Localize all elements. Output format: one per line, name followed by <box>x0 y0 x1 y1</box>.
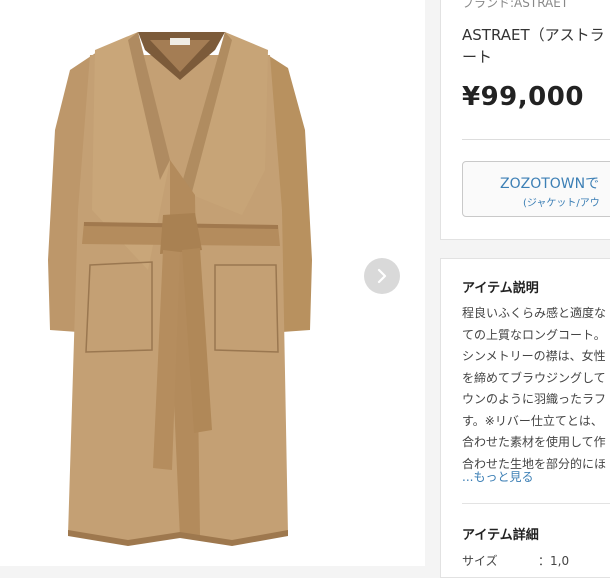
product-name-line2: ート <box>462 48 493 66</box>
divider <box>462 503 610 504</box>
size-value: ：1,0 <box>538 554 570 568</box>
brand-label[interactable]: ブランド:ASTRAET <box>462 0 568 11</box>
coat-illustration <box>48 32 312 546</box>
product-name-line1: ASTRAET（アストラ <box>462 26 605 44</box>
column-gap <box>425 0 440 566</box>
zozotown-buy-button[interactable]: ZOZOTOWNで (ジャケット/アウ <box>462 161 610 217</box>
details-title: アイテム詳細 <box>462 528 539 543</box>
description-line: ウンのように羽織ったラフ <box>462 392 607 406</box>
product-summary-card: ブランド:ASTRAET ASTRAET（アストラ ート ¥99,000 ZOZ… <box>440 0 610 240</box>
next-image-button[interactable] <box>364 258 400 294</box>
description-title: アイテム説明 <box>462 281 539 296</box>
product-image-panel <box>0 0 425 566</box>
description-line: ての上質なロングコート。 <box>462 327 606 342</box>
item-description-card: アイテム説明 程良いふくらみ感と適度な ての上質なロングコート。 シンメトリーの… <box>440 258 610 578</box>
zozotown-button-label: ZOZOTOWNで <box>500 176 600 192</box>
chevron-right-icon <box>377 268 387 284</box>
divider <box>462 139 610 140</box>
read-more-link[interactable]: ...もっと見る <box>462 468 533 485</box>
product-name: ASTRAET（アストラ ート <box>462 24 610 68</box>
description-line: シンメトリーの襟は、女性 <box>462 349 606 363</box>
description-line: を締めてブラウジングして <box>462 370 606 385</box>
description-line: す。※リバー仕立てとは、 <box>462 413 603 428</box>
product-image[interactable] <box>20 10 340 550</box>
product-price: ¥99,000 <box>462 82 584 112</box>
zozotown-button-sublabel: (ジャケット/アウ <box>523 198 600 209</box>
description-text: 程良いふくらみ感と適度な ての上質なロングコート。 シンメトリーの襟は、女性 を… <box>462 303 606 475</box>
description-line: 程良いふくらみ感と適度な <box>462 306 607 320</box>
description-line: 合わせた素材を使用して作 <box>462 435 606 449</box>
size-label: サイズ <box>462 554 498 568</box>
